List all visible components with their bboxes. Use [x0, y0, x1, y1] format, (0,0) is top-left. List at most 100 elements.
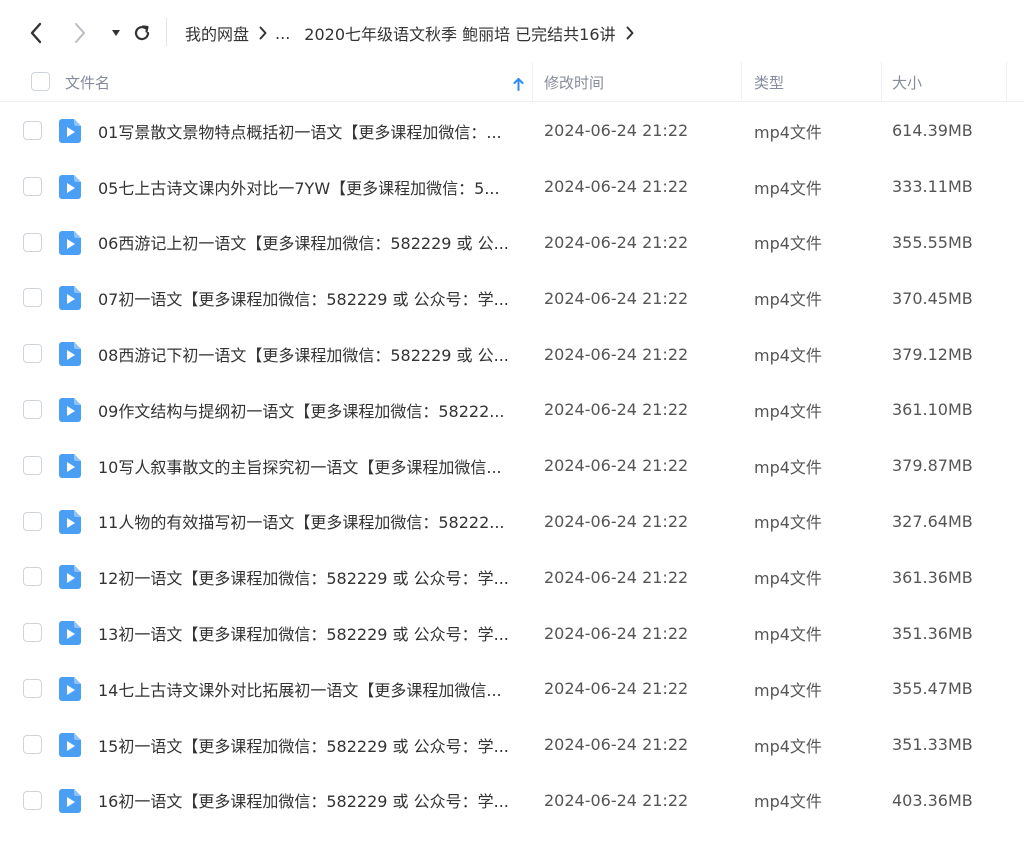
- file-size: 370.45MB: [892, 288, 973, 308]
- file-row[interactable]: 09作文结构与提纲初一语文【更多课程加微信：58222... 2024-06-24…: [0, 382, 1024, 438]
- file-name[interactable]: 07初一语文【更多课程加微信：582229 或 公众号：学...: [98, 270, 523, 326]
- breadcrumb-root[interactable]: 我的网盘: [185, 21, 249, 45]
- file-name[interactable]: 06西游记上初一语文【更多课程加微信：582229 或 公...: [98, 215, 523, 271]
- file-row[interactable]: 14七上古诗文课外对比拓展初一语文【更多课程加微信... 2024-06-24 2…: [0, 661, 1024, 717]
- file-modified-time: 2024-06-24 21:22: [544, 400, 689, 420]
- row-checkbox[interactable]: [23, 790, 42, 810]
- column-divider[interactable]: [741, 62, 742, 102]
- row-checkbox[interactable]: [23, 734, 42, 754]
- column-header-name[interactable]: 文件名: [65, 62, 110, 102]
- column-divider[interactable]: [532, 62, 533, 102]
- file-size: 379.87MB: [892, 456, 973, 476]
- file-type: mp4文件: [754, 457, 822, 477]
- file-type: mp4文件: [754, 290, 822, 310]
- file-modified-time: 2024-06-24 21:22: [544, 232, 689, 252]
- breadcrumb-current[interactable]: 2020七年级语文秋季 鲍丽培 已完结共16讲: [304, 21, 615, 45]
- file-size: 361.36MB: [892, 567, 973, 587]
- file-size: 351.36MB: [892, 623, 973, 643]
- file-size: 355.47MB: [892, 679, 973, 699]
- row-checkbox[interactable]: [23, 455, 42, 475]
- file-name[interactable]: 10写人叙事散文的主旨探究初一语文【更多课程加微信...: [98, 438, 523, 494]
- file-name[interactable]: 08西游记下初一语文【更多课程加微信：582229 或 公...: [98, 326, 523, 382]
- file-row[interactable]: 13初一语文【更多课程加微信：582229 或 公众号：学... 2024-06-…: [0, 605, 1024, 661]
- file-type: mp4文件: [754, 680, 822, 700]
- back-button[interactable]: [24, 20, 48, 46]
- history-dropdown-button[interactable]: [104, 20, 128, 46]
- column-header-modified[interactable]: 修改时间: [544, 62, 604, 102]
- row-checkbox[interactable]: [23, 121, 42, 140]
- video-file-icon: [59, 453, 81, 478]
- row-checkbox[interactable]: [23, 232, 42, 252]
- breadcrumb: 我的网盘 ... 2020七年级语文秋季 鲍丽培 已完结共16讲: [185, 20, 642, 46]
- file-size: 403.36MB: [892, 790, 973, 810]
- file-name[interactable]: 15初一语文【更多课程加微信：582229 或 公众号：学...: [98, 717, 523, 773]
- file-row[interactable]: 07初一语文【更多课程加微信：582229 或 公众号：学... 2024-06-…: [0, 270, 1024, 326]
- file-row[interactable]: 11人物的有效描写初一语文【更多课程加微信：58222... 2024-06-24…: [0, 494, 1024, 550]
- video-file-icon: [59, 676, 81, 701]
- forward-button[interactable]: [68, 20, 92, 46]
- file-type: mp4文件: [754, 625, 822, 645]
- row-checkbox[interactable]: [23, 623, 42, 643]
- file-modified-time: 2024-06-24 21:22: [544, 511, 689, 531]
- file-size: 327.64MB: [892, 511, 973, 531]
- file-type: mp4文件: [754, 513, 822, 533]
- file-row[interactable]: 05七上古诗文课内外对比一7YW【更多课程加微信：5... 2024-06-24 …: [0, 159, 1024, 215]
- file-size: 351.33MB: [892, 735, 973, 755]
- video-file-icon: [59, 788, 81, 813]
- row-checkbox[interactable]: [23, 288, 42, 308]
- file-type: mp4文件: [754, 346, 822, 366]
- row-checkbox[interactable]: [23, 567, 42, 587]
- file-row[interactable]: 01写景散文景物特点概括初一语文【更多课程加微信：... 2024-06-24 2…: [0, 103, 1024, 159]
- file-type: mp4文件: [754, 736, 822, 756]
- file-name[interactable]: 05七上古诗文课内外对比一7YW【更多课程加微信：5...: [98, 159, 523, 215]
- row-checkbox[interactable]: [23, 511, 42, 531]
- file-row[interactable]: 15初一语文【更多课程加微信：582229 或 公众号：学... 2024-06-…: [0, 717, 1024, 773]
- video-file-icon: [59, 565, 81, 590]
- file-row[interactable]: 10写人叙事散文的主旨探究初一语文【更多课程加微信... 2024-06-24 2…: [0, 438, 1024, 494]
- sort-arrow-up-icon[interactable]: [513, 76, 524, 95]
- file-row[interactable]: 16初一语文【更多课程加微信：582229 或 公众号：学... 2024-06-…: [0, 773, 1024, 829]
- file-name[interactable]: 14七上古诗文课外对比拓展初一语文【更多课程加微信...: [98, 661, 523, 717]
- row-checkbox[interactable]: [23, 176, 42, 196]
- file-type: mp4文件: [754, 234, 822, 254]
- file-type: mp4文件: [754, 569, 822, 589]
- file-size: 614.39MB: [892, 121, 973, 141]
- file-name[interactable]: 13初一语文【更多课程加微信：582229 或 公众号：学...: [98, 605, 523, 661]
- file-name[interactable]: 11人物的有效描写初一语文【更多课程加微信：58222...: [98, 494, 523, 550]
- video-file-icon: [59, 174, 81, 199]
- file-size: 355.55MB: [892, 232, 973, 252]
- chevron-right-icon: [259, 26, 267, 40]
- row-checkbox[interactable]: [23, 678, 42, 698]
- row-checkbox[interactable]: [23, 399, 42, 419]
- toolbar-divider: [166, 18, 167, 46]
- chevron-right-icon: [73, 22, 87, 44]
- column-divider[interactable]: [881, 62, 882, 102]
- refresh-button[interactable]: [130, 20, 154, 46]
- video-file-icon: [59, 342, 81, 367]
- file-size: 361.10MB: [892, 400, 973, 420]
- file-modified-time: 2024-06-24 21:22: [544, 679, 689, 699]
- file-name[interactable]: 09作文结构与提纲初一语文【更多课程加微信：58222...: [98, 382, 523, 438]
- file-size: 379.12MB: [892, 344, 973, 364]
- video-file-icon: [59, 286, 81, 311]
- file-type: mp4文件: [754, 178, 822, 198]
- file-row[interactable]: 12初一语文【更多课程加微信：582229 或 公众号：学... 2024-06-…: [0, 549, 1024, 605]
- video-file-icon: [59, 119, 81, 143]
- file-name[interactable]: 12初一语文【更多课程加微信：582229 或 公众号：学...: [98, 549, 523, 605]
- column-header-size[interactable]: 大小: [892, 62, 922, 102]
- file-name[interactable]: 01写景散文景物特点概括初一语文【更多课程加微信：...: [98, 103, 523, 159]
- column-header-type[interactable]: 类型: [754, 62, 784, 102]
- file-list: 01写景散文景物特点概括初一语文【更多课程加微信：... 2024-06-24 2…: [0, 103, 1024, 828]
- row-checkbox[interactable]: [23, 344, 42, 364]
- select-all-checkbox[interactable]: [31, 72, 50, 91]
- scrollbar[interactable]: [1006, 62, 1024, 845]
- breadcrumb-ellipsis[interactable]: ...: [275, 24, 290, 43]
- file-modified-time: 2024-06-24 21:22: [544, 623, 689, 643]
- file-row[interactable]: 06西游记上初一语文【更多课程加微信：582229 或 公... 2024-06-…: [0, 215, 1024, 271]
- file-name[interactable]: 16初一语文【更多课程加微信：582229 或 公众号：学...: [98, 773, 523, 829]
- file-modified-time: 2024-06-24 21:22: [544, 456, 689, 476]
- file-type: mp4文件: [754, 401, 822, 421]
- file-type: mp4文件: [754, 122, 822, 142]
- file-size: 333.11MB: [892, 177, 973, 197]
- file-row[interactable]: 08西游记下初一语文【更多课程加微信：582229 或 公... 2024-06-…: [0, 326, 1024, 382]
